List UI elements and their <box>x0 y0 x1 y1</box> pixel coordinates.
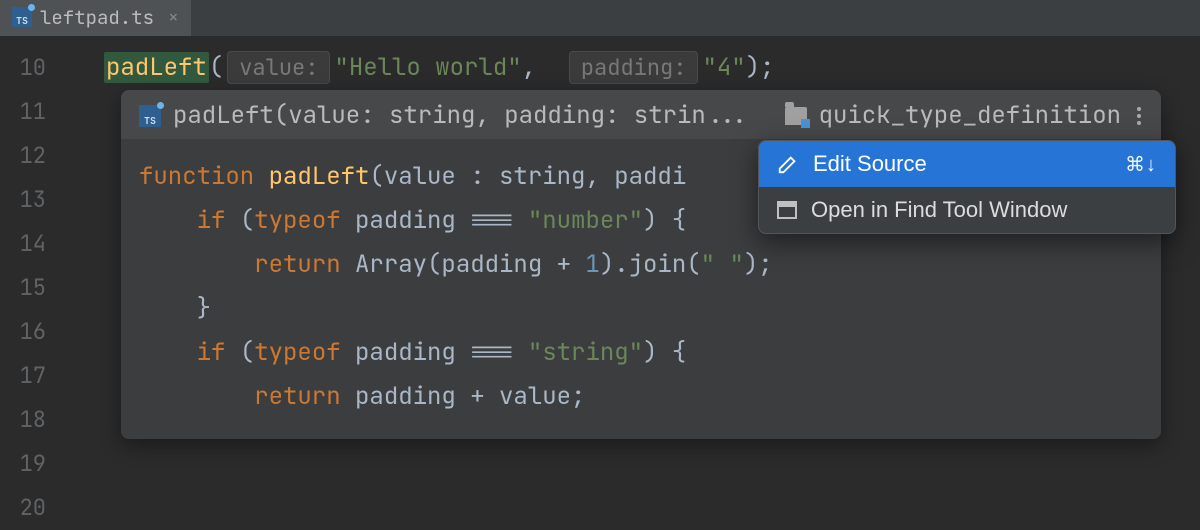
parameter-hint: value: <box>227 51 330 84</box>
tab-bar: leftpad.ts × <box>0 0 1200 36</box>
menu-item-label: Open in Find Tool Window <box>811 197 1067 223</box>
parameter-hint: padding: <box>569 51 699 84</box>
pencil-icon <box>777 153 799 175</box>
kebab-menu-icon[interactable] <box>1133 103 1145 129</box>
line-number: 19 <box>0 442 46 486</box>
line-number: 20 <box>0 486 46 530</box>
close-icon[interactable]: × <box>168 6 179 29</box>
typescript-file-icon <box>12 7 32 27</box>
line-number: 14 <box>0 222 46 266</box>
menu-item-open-find-tool[interactable]: Open in Find Tool Window <box>759 187 1175 233</box>
line-number: 10 <box>0 46 46 90</box>
function-call: padLeft <box>104 52 209 83</box>
tab-filename: leftpad.ts <box>40 5 154 30</box>
tool-window-icon <box>777 201 797 219</box>
line-number: 12 <box>0 134 46 178</box>
line-number: 11 <box>0 90 46 134</box>
popup-location: quick_type_definition <box>819 100 1121 131</box>
line-number: 17 <box>0 354 46 398</box>
context-menu: Edit Source ⌘↓ Open in Find Tool Window <box>758 140 1176 234</box>
popup-signature: padLeft(value: string, padding: strin... <box>173 100 749 131</box>
gutter: 10 11 12 13 14 15 16 17 18 19 20 <box>0 36 58 525</box>
typescript-file-icon <box>139 105 161 127</box>
line-number: 18 <box>0 398 46 442</box>
line-number: 15 <box>0 266 46 310</box>
code-line[interactable]: padLeft(value:"Hello world", padding:"4"… <box>58 46 1200 90</box>
menu-item-edit-source[interactable]: Edit Source ⌘↓ <box>759 141 1175 187</box>
line-number: 16 <box>0 310 46 354</box>
menu-item-label: Edit Source <box>813 151 927 177</box>
line-number: 13 <box>0 178 46 222</box>
folder-icon <box>785 107 807 125</box>
popup-header: padLeft(value: string, padding: strin...… <box>121 90 1161 139</box>
menu-item-shortcut: ⌘↓ <box>1125 152 1157 177</box>
file-tab[interactable]: leftpad.ts × <box>0 0 191 36</box>
